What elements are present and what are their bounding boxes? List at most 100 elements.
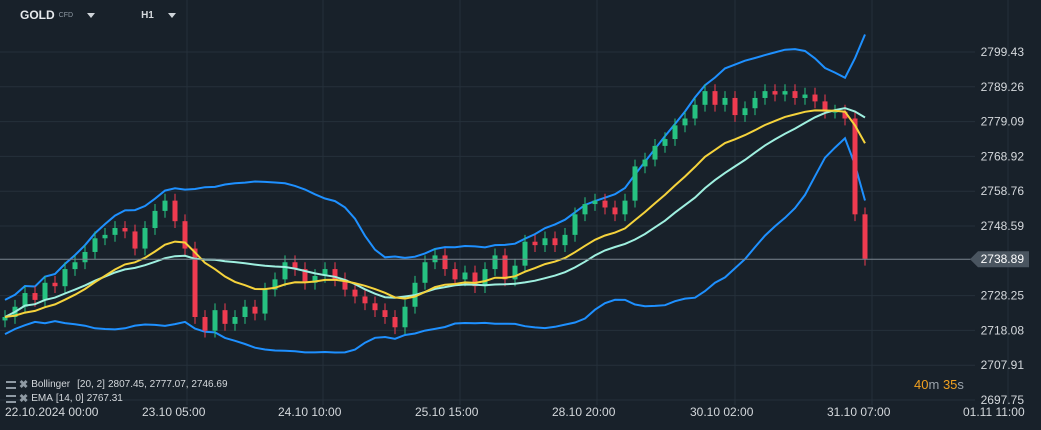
candle bbox=[722, 91, 728, 112]
candle-body bbox=[722, 97, 728, 105]
candle bbox=[42, 275, 48, 307]
candle bbox=[492, 248, 498, 276]
candle bbox=[242, 299, 248, 324]
instrument-type-label: CFD bbox=[58, 11, 74, 19]
timeframe-label[interactable]: H1 bbox=[141, 10, 154, 21]
candle bbox=[612, 200, 618, 222]
candle bbox=[552, 231, 558, 252]
timer-seconds: 35 bbox=[942, 377, 958, 392]
candle bbox=[402, 299, 408, 335]
candle bbox=[282, 255, 288, 287]
candle-body bbox=[562, 234, 568, 246]
candle-body bbox=[622, 200, 628, 215]
candle-body bbox=[522, 241, 528, 266]
y-tick-label: 2728.25 bbox=[981, 289, 1025, 303]
candle-body bbox=[202, 317, 208, 331]
candle-body bbox=[802, 94, 808, 98]
candle-body bbox=[862, 214, 868, 259]
candle-body bbox=[772, 91, 778, 95]
candle-body bbox=[42, 282, 48, 300]
candle bbox=[102, 228, 108, 246]
candle-body bbox=[572, 214, 578, 235]
candle-body bbox=[742, 108, 748, 116]
candle-body bbox=[92, 238, 98, 252]
candle bbox=[712, 84, 718, 112]
symbol-dropdown-chevron-down-icon[interactable] bbox=[87, 12, 96, 18]
candle bbox=[752, 91, 758, 116]
candle-body bbox=[852, 118, 858, 215]
close-icon[interactable]: ✖ bbox=[19, 392, 28, 405]
candle bbox=[362, 289, 368, 311]
candle-body bbox=[142, 228, 148, 249]
candle bbox=[252, 299, 258, 321]
candle-body bbox=[212, 310, 218, 331]
candle-body bbox=[62, 269, 68, 287]
y-tick-label: 2758.76 bbox=[981, 184, 1025, 198]
timer-s: s bbox=[957, 377, 964, 392]
candle-body bbox=[372, 303, 378, 311]
legend-bollinger: ✖ Bollinger [20, 2] 2807.45, 2777.07, 27… bbox=[6, 378, 228, 391]
candle-body bbox=[782, 91, 788, 95]
candle-body bbox=[172, 200, 178, 222]
settings-icon[interactable] bbox=[6, 380, 16, 389]
y-tick-label: 2789.26 bbox=[981, 80, 1025, 94]
candle bbox=[472, 265, 478, 294]
candle bbox=[632, 159, 638, 208]
x-tick-label: 01.11 11:00 bbox=[963, 405, 1025, 419]
candle bbox=[442, 248, 448, 276]
y-tick-label: 2748.59 bbox=[981, 219, 1025, 233]
candle bbox=[52, 275, 58, 294]
candle bbox=[422, 255, 428, 290]
chart-header: GOLD CFD H1 bbox=[20, 8, 176, 22]
candle bbox=[72, 255, 78, 276]
candle-body bbox=[582, 204, 588, 215]
timer-m: m bbox=[928, 377, 940, 392]
candle bbox=[122, 221, 128, 239]
candle bbox=[222, 303, 228, 331]
x-tick-label: 30.10 02:00 bbox=[690, 405, 754, 419]
candle-body bbox=[362, 296, 368, 304]
candle-body bbox=[602, 200, 608, 208]
candle bbox=[22, 286, 28, 314]
candle bbox=[272, 272, 278, 297]
candle-body bbox=[52, 282, 58, 287]
candle-body bbox=[232, 317, 238, 324]
candle-body bbox=[812, 94, 818, 102]
y-tick-label: 2768.92 bbox=[981, 149, 1025, 163]
candle bbox=[482, 262, 488, 294]
candle bbox=[562, 228, 568, 252]
candle-body bbox=[542, 238, 548, 246]
price-chart[interactable]: 2799.43 2789.26 2779.09 2768.92 2758.76 2748.… bbox=[0, 0, 1041, 430]
candle-body bbox=[112, 228, 118, 235]
candle bbox=[132, 224, 138, 256]
candle bbox=[812, 87, 818, 109]
candle bbox=[742, 101, 748, 122]
symbol-label: GOLD bbox=[20, 8, 55, 22]
candle bbox=[622, 193, 628, 222]
candle-body bbox=[82, 251, 88, 263]
candle-body bbox=[532, 241, 538, 246]
timeframe-dropdown-chevron-down-icon[interactable] bbox=[167, 12, 176, 18]
candle-body bbox=[32, 293, 38, 300]
candle bbox=[862, 207, 868, 266]
candle bbox=[332, 262, 338, 287]
candle-body bbox=[222, 310, 228, 324]
indicator-values: 2807.45, 2777.07, 2746.69 bbox=[107, 379, 228, 390]
candle bbox=[202, 310, 208, 338]
candle-body bbox=[122, 228, 128, 232]
indicator-values: 2767.31 bbox=[86, 393, 123, 404]
y-tick-label: 2799.43 bbox=[981, 45, 1025, 59]
close-icon[interactable]: ✖ bbox=[19, 378, 28, 391]
candle bbox=[582, 197, 588, 222]
candle-body bbox=[162, 200, 168, 211]
indicator-params: [14, 0] bbox=[55, 393, 84, 404]
candle-countdown: 40m 35s bbox=[914, 377, 964, 392]
candle bbox=[822, 94, 828, 119]
candle-body bbox=[672, 125, 678, 140]
candle-body bbox=[452, 269, 458, 280]
settings-icon[interactable] bbox=[6, 394, 16, 403]
candle-body bbox=[752, 97, 758, 109]
candle bbox=[802, 87, 808, 105]
candle-body bbox=[492, 255, 498, 270]
indicator-name: Bollinger bbox=[31, 379, 71, 390]
